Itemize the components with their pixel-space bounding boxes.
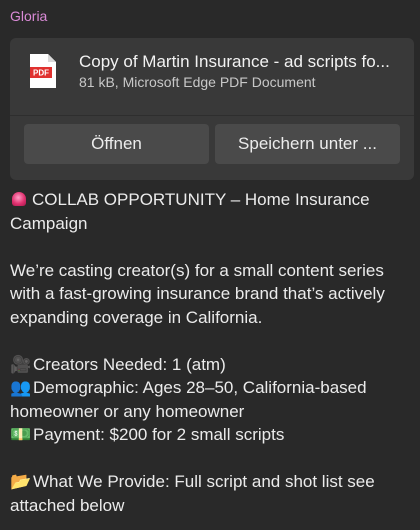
demographic-line: 👥 Demographic: Ages 28–50, California-bas… — [10, 376, 410, 423]
card-divider — [10, 115, 414, 116]
attachment-file-meta: 81 kB, Microsoft Edge PDF Document — [79, 74, 316, 90]
money-icon: 💵 — [10, 425, 32, 444]
creators-text: Creators Needed: 1 (atm) — [33, 354, 226, 374]
message-intro: We’re casting creator(s) for a small con… — [10, 260, 385, 327]
attachment-file-row[interactable]: PDF Copy of Martin Insurance - ad script… — [10, 38, 414, 108]
pdf-file-icon: PDF — [30, 54, 56, 88]
sender-name: Gloria — [10, 8, 48, 24]
message-headline: COLLAB OPPORTUNITY – Home Insurance Camp… — [10, 188, 410, 235]
payment-text: Payment: $200 for 2 small scripts — [33, 425, 285, 444]
demographic-text: Demographic: Ages 28–50, California-base… — [10, 378, 367, 421]
provide-text: What We Provide: Full script and shot li… — [10, 472, 375, 515]
folder-icon: 📂 — [10, 472, 32, 491]
creators-line: 🎥 Creators Needed: 1 (atm) — [10, 353, 410, 377]
provide-line: 📂 What We Provide: Full script and shot l… — [10, 470, 410, 517]
people-icon: 👥 — [10, 378, 32, 397]
save-as-button[interactable]: Speichern unter ... — [215, 124, 400, 164]
headline-text: COLLAB OPPORTUNITY – Home Insurance Camp… — [10, 190, 370, 233]
message-body: COLLAB OPPORTUNITY – Home Insurance Camp… — [10, 188, 410, 517]
camera-icon: 🎥 — [10, 354, 32, 374]
siren-icon — [12, 192, 26, 206]
attachment-card[interactable]: PDF Copy of Martin Insurance - ad script… — [10, 38, 414, 180]
attachment-file-name[interactable]: Copy of Martin Insurance - ad scripts fo… — [79, 52, 407, 72]
open-button[interactable]: Öffnen — [24, 124, 209, 164]
payment-line: 💵 Payment: $200 for 2 small scripts — [10, 423, 410, 447]
pdf-icon-label: PDF — [33, 69, 49, 78]
